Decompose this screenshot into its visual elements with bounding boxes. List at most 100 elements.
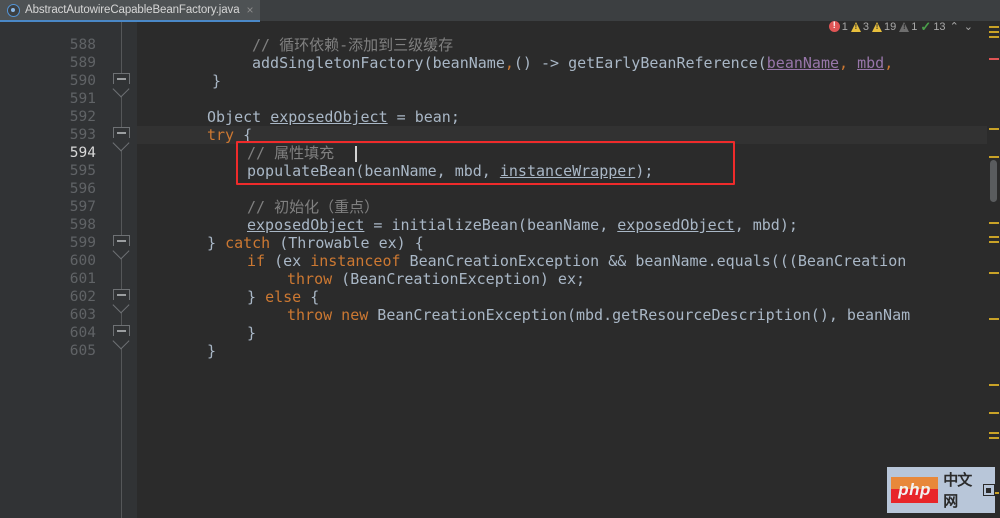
stripe-marker-warning[interactable] (989, 437, 999, 439)
arg-beanname: beanName (432, 54, 505, 72)
line-number: 590 (69, 73, 96, 89)
fold-marker-602[interactable] (112, 289, 130, 313)
stripe-marker-warning[interactable] (989, 384, 999, 386)
code-line-605: } (207, 342, 216, 360)
code-line-604: } (247, 324, 256, 342)
line-number: 598 (69, 217, 96, 233)
check-icon: ✓ (920, 19, 932, 34)
fold-marker-590[interactable] (112, 73, 130, 97)
code-editor[interactable]: 588 589 590 591 592 593 594 595 596 597 … (0, 22, 1000, 518)
code-folding-strip[interactable] (110, 22, 136, 518)
grey-warning-icon (899, 21, 910, 32)
close-icon[interactable]: × (245, 4, 254, 16)
code-line-595: populateBean(beanName, mbd, instanceWrap… (247, 162, 653, 180)
comment-token: // 循环依赖-添加到三级缓存 (252, 36, 454, 54)
line-number: 603 (69, 307, 96, 323)
line-number-gutter: 588 589 590 591 592 593 594 595 596 597 … (0, 22, 110, 518)
stripe-marker-warning[interactable] (989, 31, 999, 33)
grey-warning-count-item[interactable]: 1 (899, 21, 917, 33)
grey-count: 1 (911, 20, 918, 33)
brace: } (207, 342, 217, 360)
code-line-597: // 初始化（重点） (247, 198, 379, 216)
keyword-else: else (265, 288, 302, 306)
local-var-exposedobject: exposedObject (247, 216, 365, 234)
error-icon (828, 20, 840, 32)
code-text-area[interactable]: // 循环依赖-添加到三级缓存 addSingletonFactory(bean… (137, 22, 1000, 518)
keyword-throw: throw (287, 270, 333, 288)
stripe-marker-warning[interactable] (989, 128, 999, 130)
tab-abstract-autowire-capable-bean-factory[interactable]: AbstractAutowireCapableBeanFactory.java … (0, 0, 260, 22)
keyword-instanceof: instanceof (310, 252, 401, 270)
code-line-590: } (212, 72, 221, 90)
stripe-marker-warning[interactable] (989, 36, 999, 38)
keyword-if: if (247, 252, 266, 270)
ok-count: 13 (933, 20, 946, 33)
error-stripe-scrollbar[interactable] (987, 22, 1000, 518)
line-number: 595 (69, 163, 96, 179)
call-initializebean: = initializeBean(beanName, (364, 216, 618, 234)
condition-rest: BeanCreationException && beanName.equals… (400, 252, 907, 270)
line-number-current: 594 (69, 145, 96, 161)
stripe-marker-warning[interactable] (989, 272, 999, 274)
args-end: ); (635, 162, 654, 180)
chevron-down-icon[interactable]: ⌄ (963, 20, 974, 33)
line-number: 593 (69, 127, 96, 143)
arg-instancewrapper: instanceWrapper (499, 162, 636, 180)
code-line-600: if (ex instanceof BeanCreationException … (247, 252, 906, 270)
stripe-marker-warning[interactable] (989, 156, 999, 158)
warning-icon (872, 21, 883, 32)
text-caret (355, 146, 357, 162)
fold-marker-593[interactable] (112, 127, 130, 151)
fold-marker-604[interactable] (112, 325, 130, 349)
code-line-603: throw new BeanCreationException(mbd.getR… (287, 306, 910, 324)
throw-expr: (BeanCreationException) ex; (332, 270, 586, 288)
line-number: 601 (69, 271, 96, 287)
inspection-status-widget[interactable]: 1 3 19 1 ✓ 13 ⌃ ⌄ (828, 19, 974, 34)
ok-count-item[interactable]: ✓ 13 (920, 19, 946, 34)
code-line-588: // 循环依赖-添加到三级缓存 (252, 36, 453, 54)
code-line-589: addSingletonFactory(beanName,() -> getEa… (252, 54, 894, 72)
line-number: 589 (69, 55, 96, 71)
code-line-601: throw (BeanCreationException) ex; (287, 270, 585, 288)
stripe-marker-warning[interactable] (989, 222, 999, 224)
stripe-marker-warning[interactable] (989, 318, 999, 320)
warning-count-item[interactable]: 3 (850, 20, 870, 33)
error-count: 1 (841, 20, 848, 33)
keyword-new: new (332, 306, 369, 324)
code-line-592: Object exposedObject = bean; (207, 108, 460, 126)
line-number: 588 (69, 37, 96, 53)
chevron-up-icon[interactable]: ⌃ (949, 20, 960, 33)
tab-label: AbstractAutowireCapableBeanFactory.java (25, 4, 240, 16)
code-line-594: // 属性填充 (247, 144, 334, 162)
fold-marker-599[interactable] (112, 235, 130, 259)
local-var-exposedobject: exposedObject (270, 108, 388, 126)
code-line-602: } else { (247, 288, 319, 306)
vertical-scrollbar-thumb[interactable] (990, 160, 997, 202)
watermark-site-text: 中文网 (943, 472, 972, 510)
method-name: addSingletonFactory (252, 54, 424, 72)
stripe-marker-warning[interactable] (989, 412, 999, 414)
brace: } (247, 324, 257, 342)
stripe-marker-warning[interactable] (989, 241, 999, 243)
stripe-marker-error[interactable] (989, 58, 999, 60)
code-line-599: } catch (Throwable ex) { (207, 234, 424, 252)
stripe-marker-warning[interactable] (989, 236, 999, 238)
stripe-marker-warning[interactable] (989, 26, 999, 28)
weak-warning-count-item[interactable]: 19 (872, 21, 896, 33)
lambda-arrow: () -> (513, 54, 569, 72)
line-number: 597 (69, 199, 96, 215)
warning-icon (850, 21, 861, 32)
type-object: Object (207, 108, 271, 126)
error-count-item[interactable]: 1 (828, 20, 848, 33)
line-number: 592 (69, 109, 96, 125)
php-logo: php (891, 477, 939, 503)
brace: { (234, 126, 253, 144)
exception-expr: BeanCreationException(mbd.getResourceDes… (368, 306, 911, 324)
line-number: 604 (69, 325, 96, 341)
stripe-marker-warning[interactable] (989, 432, 999, 434)
warning-count: 3 (862, 20, 870, 33)
keyword-throw: throw (287, 306, 333, 324)
editor-tab-bar: AbstractAutowireCapableBeanFactory.java … (0, 0, 1000, 22)
arg-exposedobject: exposedObject (617, 216, 735, 234)
comment-token: // 属性填充 (247, 144, 335, 162)
